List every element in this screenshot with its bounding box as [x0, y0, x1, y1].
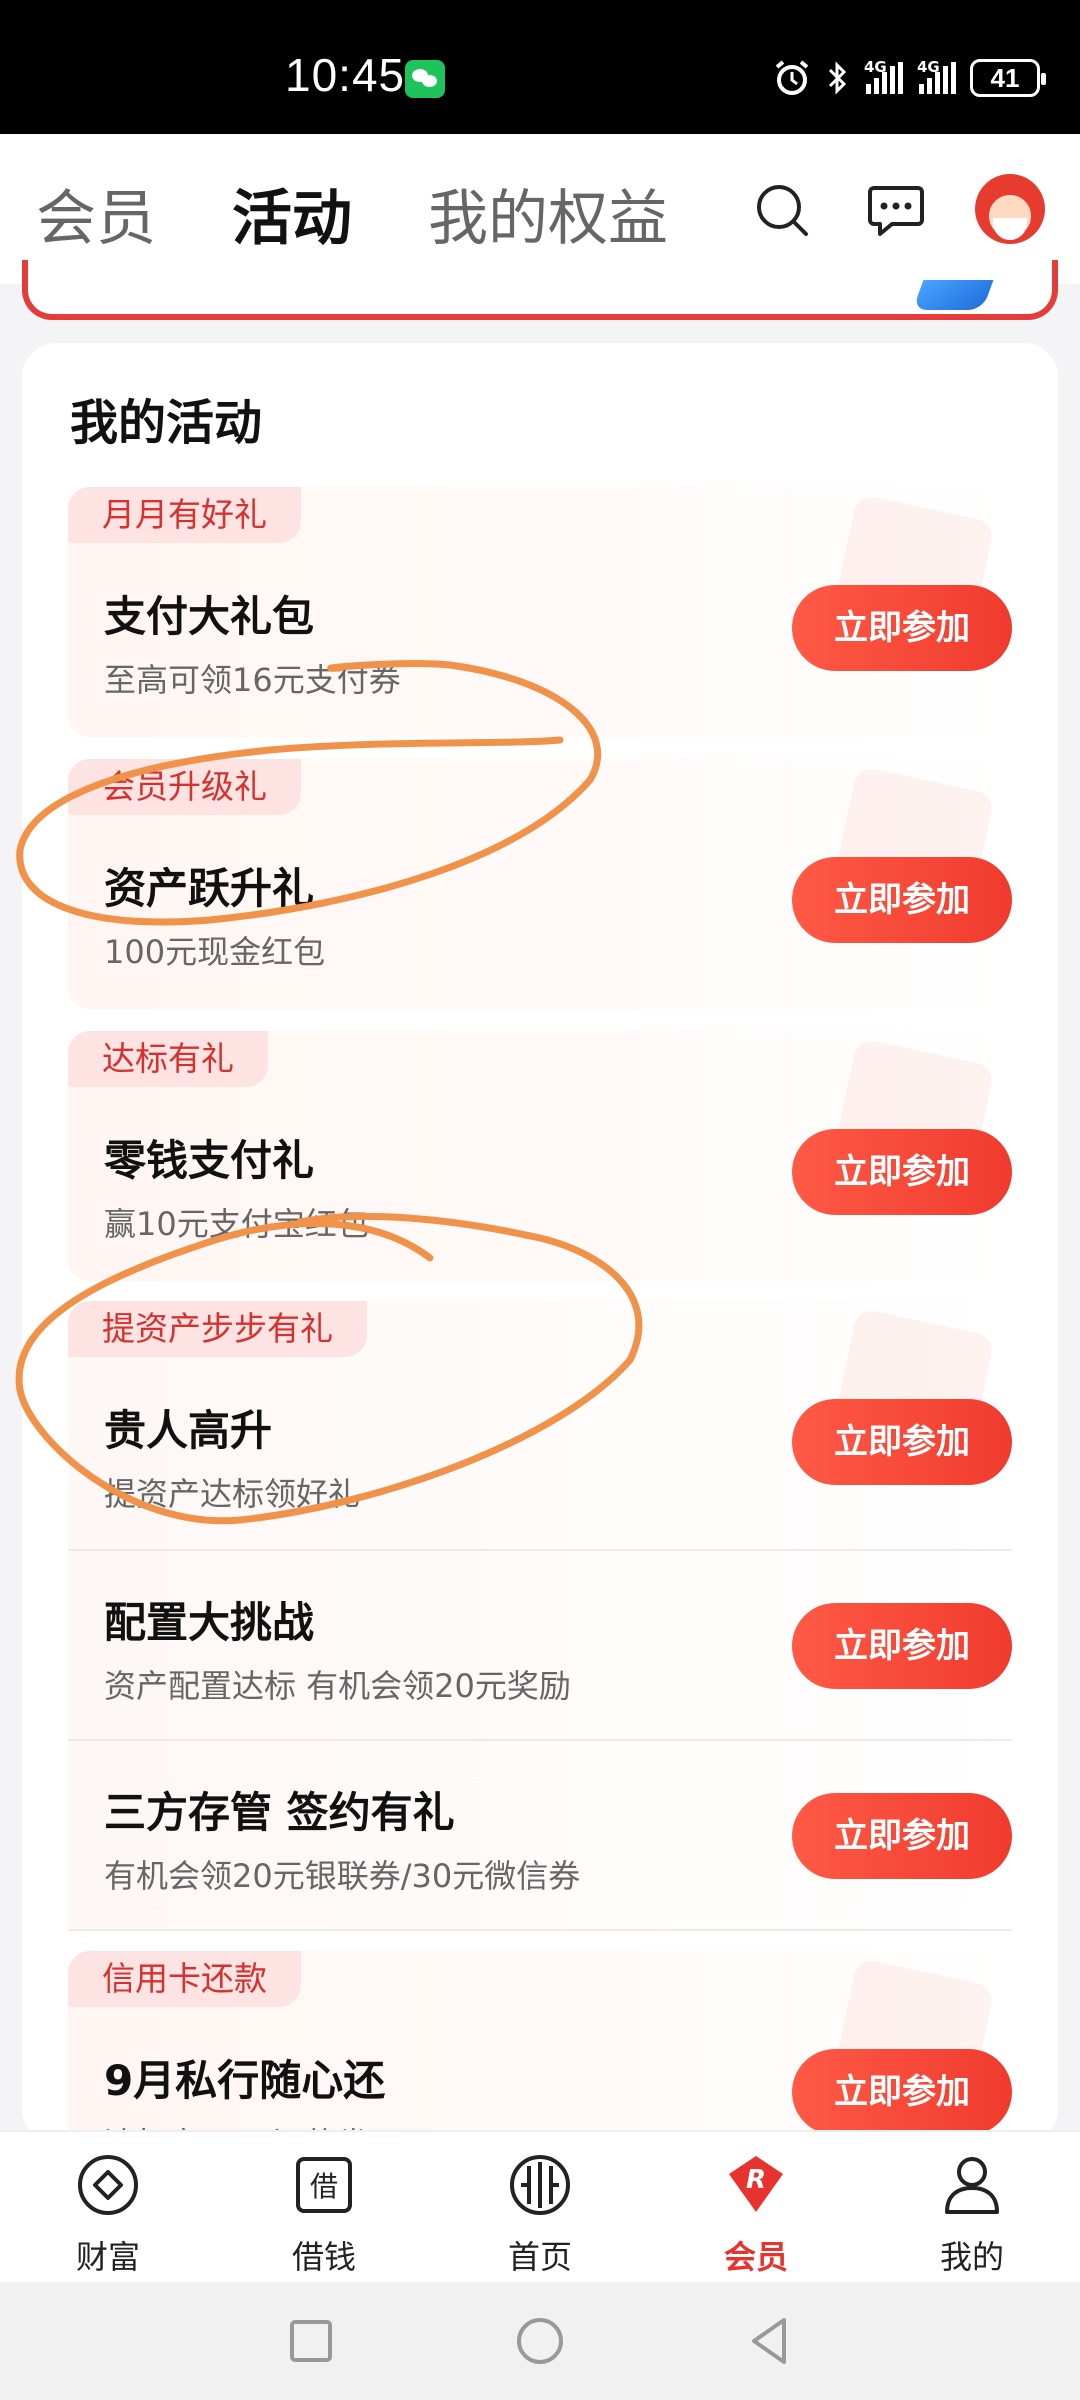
bluetooth-icon [828, 61, 847, 95]
join-button[interactable]: 立即参加 [792, 585, 1012, 671]
back-icon[interactable] [740, 2312, 798, 2370]
activity-desc: 提资产达标领好礼 [104, 1475, 361, 1513]
activity-desc: 有机会领20元银联券/30元微信券 [104, 1857, 581, 1895]
activity-desc: 资产配置达标 有机会领20元奖励 [104, 1667, 571, 1705]
svg-text:借: 借 [310, 2170, 338, 2203]
activity-title: 资产跃升礼 [104, 864, 315, 913]
signal-4g-icon: 4G [864, 58, 903, 94]
activity-title: 9月私行随心还 [104, 2056, 386, 2105]
join-button[interactable]: 立即参加 [792, 2049, 1012, 2135]
system-nav-bar [0, 2282, 1080, 2400]
join-button[interactable]: 立即参加 [792, 1129, 1012, 1215]
signal-4g-icon: 4G [917, 58, 956, 94]
activity-item[interactable]: 信用卡还款 9月私行随心还 达标享50元还款券 立即参加 [68, 1951, 1012, 2143]
member-icon: R [729, 2156, 783, 2212]
tab-member[interactable]: 会员 [36, 170, 156, 257]
bottom-nav: 财富 借 借钱 首页 R 会员 我的 [0, 2130, 1080, 2282]
tab-my-benefits[interactable]: 我的权益 [428, 170, 668, 257]
activity-title: 零钱支付礼 [104, 1136, 315, 1185]
home-circle-icon[interactable] [511, 2312, 569, 2370]
nav-label: 借钱 [291, 2238, 356, 2276]
activity-item[interactable]: 配置大挑战 资产配置达标 有机会领20元奖励 立即参加 [68, 1551, 1012, 1741]
my-activities-card: 我的活动 月月有好礼 支付大礼包 至高可领16元支付券 立即参加 会员升级礼 资… [22, 343, 1058, 2143]
activity-desc: 100元现金红包 [104, 933, 326, 971]
activity-item[interactable]: 三方存管 签约有礼 有机会领20元银联券/30元微信券 立即参加 [68, 1741, 1012, 1931]
nav-item-wealth[interactable]: 财富 [0, 2132, 216, 2282]
nav-item-member[interactable]: R 会员 [648, 2132, 864, 2282]
wealth-icon [78, 2155, 138, 2215]
wechat-notification-icon [405, 60, 445, 98]
nav-label: 财富 [75, 2238, 140, 2276]
activity-tag: 达标有礼 [68, 1031, 268, 1087]
activity-title: 支付大礼包 [104, 592, 315, 641]
section-title: 我的活动 [70, 395, 263, 451]
activity-title: 配置大挑战 [104, 1598, 315, 1647]
home-icon [510, 2155, 570, 2215]
activity-item[interactable]: 提资产步步有礼 贵人高升 提资产达标领好礼 立即参加 [68, 1301, 1012, 1551]
activity-title: 贵人高升 [104, 1406, 273, 1455]
activity-item[interactable]: 月月有好礼 支付大礼包 至高可领16元支付券 立即参加 [68, 487, 1012, 737]
join-button[interactable]: 立即参加 [792, 1603, 1012, 1689]
tab-activity[interactable]: 活动 [232, 170, 352, 257]
join-button[interactable]: 立即参加 [792, 1793, 1012, 1879]
search-icon[interactable] [752, 180, 812, 240]
nav-item-profile[interactable]: 我的 [864, 2132, 1080, 2282]
nav-item-borrow[interactable]: 借 借钱 [216, 2132, 432, 2282]
activity-tag: 信用卡还款 [68, 1951, 301, 2007]
nav-item-home[interactable]: 首页 [432, 2132, 648, 2282]
borrow-icon: 借 [296, 2157, 352, 2213]
svg-text:R: R [746, 2165, 766, 2195]
promo-banner[interactable] [22, 260, 1058, 320]
recent-apps-icon[interactable] [282, 2312, 340, 2370]
activity-title: 三方存管 签约有礼 [104, 1788, 455, 1837]
profile-icon [945, 2157, 999, 2214]
battery-icon: 41 [970, 59, 1046, 97]
activity-tag: 月月有好礼 [68, 487, 301, 543]
battery-level: 41 [990, 62, 1020, 93]
status-icons: 4G 4G 41 [772, 58, 1046, 98]
activity-desc: 至高可领16元支付券 [104, 661, 401, 699]
activity-item[interactable]: 会员升级礼 资产跃升礼 100元现金红包 立即参加 [68, 759, 1012, 1009]
message-icon[interactable] [866, 180, 926, 240]
nav-label: 我的 [939, 2238, 1004, 2276]
nav-label: 首页 [507, 2238, 572, 2276]
activity-item[interactable]: 达标有礼 零钱支付礼 赢10元支付宝红包 立即参加 [68, 1031, 1012, 1281]
activity-tag: 提资产步步有礼 [68, 1301, 367, 1357]
avatar[interactable] [975, 174, 1045, 244]
join-button[interactable]: 立即参加 [792, 1399, 1012, 1485]
alarm-icon [775, 60, 809, 95]
nav-label: 会员 [723, 2238, 788, 2276]
activity-tag: 会员升级礼 [68, 759, 301, 815]
status-bar: 10:45 4G 4G 41 [0, 0, 1080, 134]
activity-desc: 赢10元支付宝红包 [104, 1205, 369, 1243]
status-time: 10:45 [285, 49, 406, 101]
join-button[interactable]: 立即参加 [792, 857, 1012, 943]
